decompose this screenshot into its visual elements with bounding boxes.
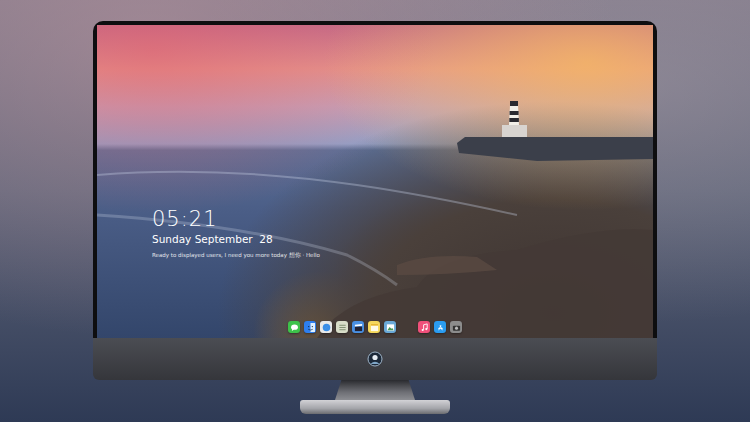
monitor-chin: [93, 338, 657, 380]
camera-icon: [452, 323, 461, 332]
monitor-neck: [335, 380, 415, 400]
dock-app[interactable]: [336, 321, 348, 333]
monitor-bezel: 05:21 Sunday September 28 Ready to display…: [93, 21, 657, 338]
compass-icon: [322, 323, 331, 332]
dock-app[interactable]: [368, 321, 380, 333]
lock-message: Ready to displayed users, I need you mor…: [152, 252, 320, 260]
list-icon: [338, 323, 347, 332]
dock-app[interactable]: [352, 321, 364, 333]
notepad-icon: [370, 323, 379, 332]
dock-app[interactable]: [434, 321, 446, 333]
monitor-base: [300, 400, 450, 414]
dock-app[interactable]: [418, 321, 430, 333]
dock-app[interactable]: [304, 321, 316, 333]
clock: 05:21 Sunday September 28 Ready to display…: [152, 208, 320, 259]
clapperboard-icon: [354, 323, 363, 332]
clock-date: Sunday September 28: [152, 233, 320, 247]
face-icon: [306, 323, 315, 332]
photo-icon: [386, 323, 395, 332]
lock-screen: 05:21 Sunday September 28 Ready to display…: [97, 25, 653, 338]
dock-app[interactable]: [384, 321, 396, 333]
dock-app[interactable]: [450, 321, 462, 333]
dock-app[interactable]: [320, 321, 332, 333]
music-note-icon: [420, 323, 429, 332]
clock-time: 05:21: [152, 208, 320, 231]
page: 05:21 Sunday September 28 Ready to display…: [0, 0, 750, 422]
lighthouse-photo-icon: [97, 25, 653, 338]
dock-app[interactable]: [288, 321, 300, 333]
dock: [288, 321, 462, 333]
chat-bubble-icon: [290, 323, 299, 332]
brand-logo-icon: [367, 351, 383, 367]
app-store-icon: [436, 323, 445, 332]
